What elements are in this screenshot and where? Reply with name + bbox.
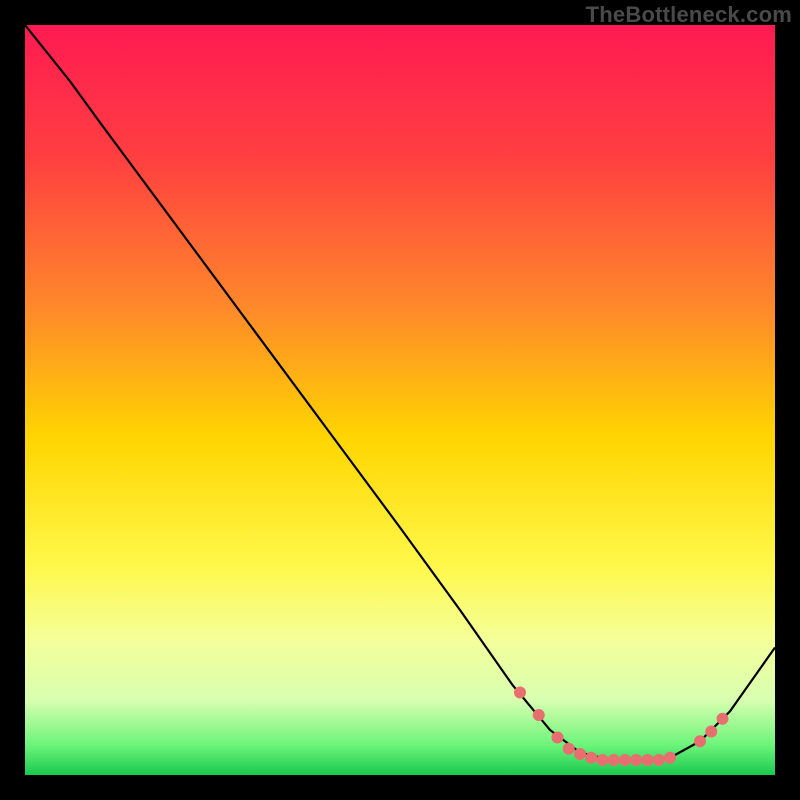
plot-area [25, 25, 775, 775]
marker-dot [563, 743, 575, 755]
chart-svg [25, 25, 775, 775]
marker-dot [642, 754, 654, 766]
marker-dot [630, 754, 642, 766]
marker-dot [694, 735, 706, 747]
marker-dot [705, 726, 717, 738]
gradient-background [25, 25, 775, 775]
marker-dot [664, 752, 676, 764]
marker-dot [552, 732, 564, 744]
marker-dot [653, 754, 665, 766]
marker-dot [608, 754, 620, 766]
marker-dot [574, 748, 586, 760]
marker-dot [717, 713, 729, 725]
chart-stage: TheBottleneck.com [0, 0, 800, 800]
marker-dot [514, 687, 526, 699]
marker-dot [533, 709, 545, 721]
marker-dot [597, 754, 609, 766]
marker-dot [619, 754, 631, 766]
marker-dot [585, 752, 597, 764]
